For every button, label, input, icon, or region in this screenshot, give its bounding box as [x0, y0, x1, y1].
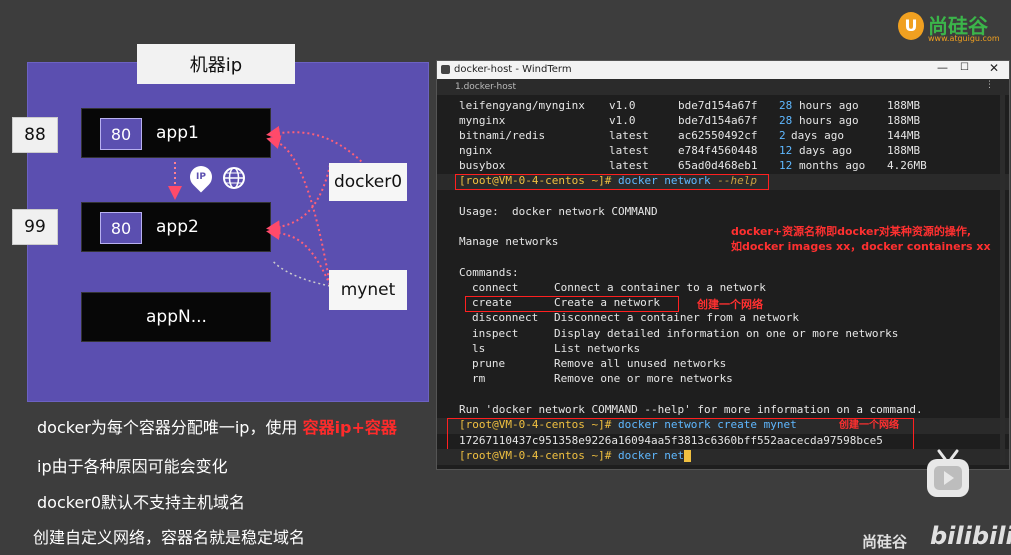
image-size: 144MB — [887, 129, 921, 142]
image-tag: latest — [609, 129, 649, 142]
cmd-desc-connect: Connect a container to a network — [554, 281, 766, 294]
image-tag: v1.0 — [609, 114, 636, 127]
app-icon — [441, 65, 450, 74]
cmd-name-prune: prune — [472, 357, 506, 370]
maximize-icon[interactable]: ☐ — [960, 62, 969, 73]
image-age-unit: months ago — [799, 159, 866, 172]
logo-icon: U — [898, 12, 924, 40]
cmd-desc-create: Create a network — [554, 296, 660, 309]
cmd-name-inspect: inspect — [472, 327, 519, 340]
note-line-3: docker0默认不支持主机域名 — [37, 493, 246, 512]
image-size: 188MB — [887, 99, 921, 112]
appN-label: appN... — [146, 307, 207, 327]
window-titlebar[interactable]: docker-host - WindTerm — ☐ ✕ — [437, 61, 1009, 79]
cmd-name-disconnect: disconnect — [472, 311, 539, 324]
image-age-unit: days ago — [799, 144, 852, 157]
image-row: mynginx — [459, 114, 506, 127]
note-line-1: docker为每个容器分配唯一ip，使用 容器ip+容器 — [37, 418, 397, 437]
image-id: e784f4560448 — [678, 144, 758, 157]
note-line-4: 创建自定义网络，容器名就是稳定域名 — [33, 528, 306, 547]
footer-brand: 尚硅谷 — [862, 533, 908, 551]
image-size: 188MB — [887, 114, 921, 127]
manage-line: Manage networks — [459, 235, 559, 248]
docker0-network: docker0 — [329, 163, 407, 201]
cmd-desc-disconnect: Disconnect a container from a network — [554, 311, 800, 324]
anno-line-2: 如docker images xx，docker containers xx — [731, 240, 991, 253]
network-id-output: 17267110437c951358e9226a16094aa5f3813c63… — [459, 434, 883, 447]
note-line-2: ip由于各种原因可能会变化 — [37, 457, 228, 476]
window-title: docker-host - WindTerm — [454, 64, 572, 75]
image-tag: v1.0 — [609, 99, 636, 112]
windterm-window: docker-host - WindTerm — ☐ ✕ 1.docker-ho… — [436, 60, 1010, 470]
brand-logo: U 尚硅谷 www.atguigu.com — [898, 10, 1008, 44]
image-id: ac62550492cf — [678, 129, 758, 142]
run-help-line: Run 'docker network COMMAND --help' for … — [459, 403, 923, 416]
cmd-desc-prune: Remove all unused networks — [554, 357, 727, 370]
mynet-network: mynet — [329, 270, 407, 310]
cmd1-line: [root@VM-0-4-centos ~]# docker network -… — [459, 174, 758, 187]
cmd-name-ls: ls — [472, 342, 486, 355]
cmd-name-rm: rm — [472, 372, 486, 385]
image-id: bde7d154a67f — [678, 114, 758, 127]
commands-header: Commands: — [459, 266, 519, 279]
image-age-unit: days ago — [791, 129, 844, 142]
cmd-desc-rm: Remove one or more networks — [554, 372, 733, 385]
usage-line: Usage: docker network COMMAND — [459, 205, 658, 218]
diagram-title: 机器ip — [137, 44, 295, 84]
cmd2-line: [root@VM-0-4-centos ~]# docker network c… — [459, 418, 797, 431]
image-age-num: 12 — [779, 159, 793, 172]
terminal-scrollbar[interactable] — [1000, 95, 1005, 465]
image-size: 188MB — [887, 144, 921, 157]
image-age-unit: hours ago — [799, 99, 859, 112]
tab-menu-icon[interactable]: ⋮ — [985, 80, 994, 90]
brand-url: www.atguigu.com — [928, 34, 1000, 43]
minimize-icon[interactable]: — — [937, 61, 948, 74]
cmd-desc-ls: List networks — [554, 342, 641, 355]
image-age-unit: hours ago — [799, 114, 859, 127]
image-id: bde7d154a67f — [678, 99, 758, 112]
app1-port: 80 — [100, 118, 142, 150]
cmd-name-create: create — [472, 296, 512, 309]
host-port-88: 88 — [12, 117, 58, 153]
cmd3-line[interactable]: [root@VM-0-4-centos ~]# docker net — [459, 449, 692, 463]
image-row: bitnami/redis — [459, 129, 546, 142]
image-id: 65ad0d468eb1 — [678, 159, 758, 172]
image-age-num: 28 — [779, 114, 793, 127]
cmd-name-connect: connect — [472, 281, 519, 294]
tv-play-icon[interactable] — [925, 447, 971, 499]
terminal-output[interactable]: leifengyang/mynginx v1.0 bde7d154a67f 28… — [437, 95, 1009, 469]
tab-bar: 1.docker-host ⋮ — [437, 79, 1009, 95]
image-row: busybox — [459, 159, 506, 172]
app2-port: 80 — [100, 212, 142, 244]
note-highlight: 容器ip+容器 — [302, 418, 397, 437]
text-cursor — [684, 450, 692, 462]
image-row: nginx — [459, 144, 493, 157]
anno-create: 创建一个网络 — [697, 298, 763, 311]
cmd-desc-inspect: Display detailed information on one or m… — [554, 327, 899, 340]
image-tag: latest — [609, 144, 649, 157]
anno-create-2: 创建一个网络 — [839, 420, 899, 431]
image-size: 4.26MB — [887, 159, 927, 172]
image-age-num: 2 — [779, 129, 786, 142]
host-port-99: 99 — [12, 209, 58, 245]
tab-docker-host[interactable]: 1.docker-host — [455, 82, 516, 92]
image-row: leifengyang/mynginx — [459, 99, 585, 112]
image-tag: latest — [609, 159, 649, 172]
bilibili-logo: bilibili — [930, 522, 1011, 550]
image-age-num: 12 — [779, 144, 793, 157]
anno-line-1: docker+资源名称即docker对某种资源的操作, — [731, 225, 972, 238]
close-icon[interactable]: ✕ — [989, 61, 999, 75]
image-age-num: 28 — [779, 99, 793, 112]
